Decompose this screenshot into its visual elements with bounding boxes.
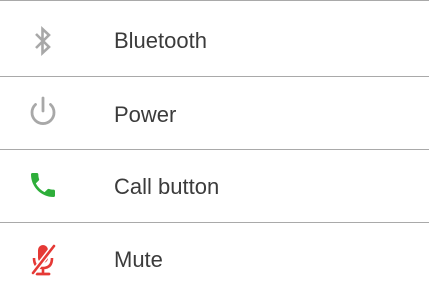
list-item-mute: Mute <box>0 223 429 295</box>
divider <box>0 0 429 1</box>
list-item-power: Power <box>0 77 429 149</box>
list-item-label: Bluetooth <box>114 28 207 53</box>
bluetooth-icon <box>26 24 60 58</box>
list-item-label: Call button <box>114 174 220 199</box>
phone-call-icon <box>26 168 60 202</box>
power-icon <box>26 95 60 129</box>
microphone-muted-icon <box>26 243 60 277</box>
button-legend-list: Bluetooth Power Call button Mute <box>0 0 429 295</box>
list-item-call-button: Call button <box>0 150 429 222</box>
list-item-label: Mute <box>114 247 163 272</box>
list-item-label: Power <box>114 102 177 127</box>
list-item-bluetooth: Bluetooth <box>0 4 429 76</box>
